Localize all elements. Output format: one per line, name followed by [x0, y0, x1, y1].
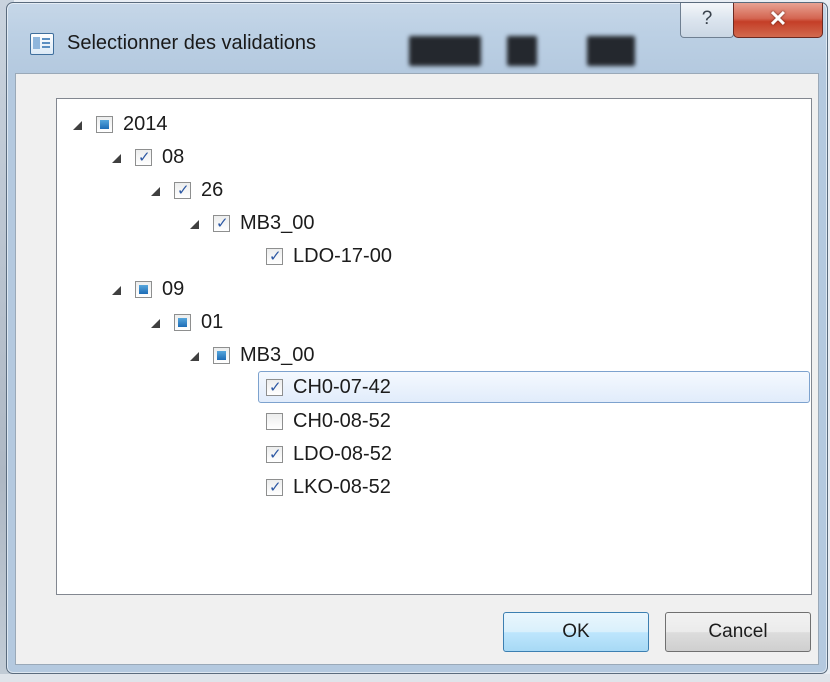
- tree-node-label: MB3_00: [240, 211, 315, 234]
- tree-node-label: 2014: [123, 112, 168, 135]
- tree-leaf-lko-08-52[interactable]: LKO-08-52: [266, 471, 391, 503]
- tree-node-label: 01: [201, 310, 224, 333]
- tree-checkbox[interactable]: [135, 280, 152, 298]
- collapse-triangle-icon[interactable]: [112, 285, 121, 295]
- blurred-region: [587, 36, 635, 66]
- collapse-triangle-icon[interactable]: [73, 120, 82, 130]
- tree-node-label: LDO-08-52: [293, 442, 392, 465]
- tree-checkbox[interactable]: [174, 181, 191, 199]
- tree-node-label: LKO-08-52: [293, 475, 391, 498]
- blurred-region: [409, 36, 481, 66]
- tree-node-mb3-00[interactable]: MB3_00: [190, 207, 315, 239]
- tree-checkbox[interactable]: [135, 148, 152, 166]
- tree-leaf-ch0-08-52[interactable]: CH0-08-52: [266, 405, 391, 437]
- collapse-triangle-icon[interactable]: [151, 318, 160, 328]
- tree-node-label: 09: [162, 277, 185, 300]
- tree-leaf-ldo-08-52[interactable]: LDO-08-52: [266, 438, 392, 470]
- tree-node-label: 26: [201, 178, 224, 201]
- tree-node-26[interactable]: 26: [151, 174, 223, 206]
- blurred-region: [507, 36, 537, 66]
- tree-checkbox[interactable]: [213, 214, 230, 232]
- tree-checkbox[interactable]: [266, 412, 283, 430]
- title-bar[interactable]: Selectionner des validations ? ✕: [7, 3, 827, 73]
- background-bottom: [0, 674, 830, 682]
- tree-node-08[interactable]: 08: [112, 141, 184, 173]
- collapse-triangle-icon[interactable]: [112, 153, 121, 163]
- tree-node-label: CH0-07-42: [293, 375, 391, 398]
- dialog-client-area: 2014 08 26 MB3_00 LDO-17-00: [15, 73, 819, 665]
- tree-checkbox[interactable]: [266, 445, 283, 463]
- tree-node-09[interactable]: 09: [112, 273, 184, 305]
- tree-node-2014[interactable]: 2014: [73, 108, 168, 140]
- help-button[interactable]: ?: [680, 3, 734, 38]
- tree-leaf-ch0-07-42[interactable]: CH0-07-42: [258, 371, 810, 403]
- dialog-window: Selectionner des validations ? ✕ 2014 08…: [6, 2, 828, 674]
- collapse-triangle-icon[interactable]: [190, 219, 199, 229]
- tree-node-01[interactable]: 01: [151, 306, 223, 338]
- collapse-triangle-icon[interactable]: [151, 186, 160, 196]
- tree-checkbox[interactable]: [174, 313, 191, 331]
- collapse-triangle-icon[interactable]: [190, 351, 199, 361]
- validation-tree[interactable]: 2014 08 26 MB3_00 LDO-17-00: [56, 98, 812, 595]
- tree-node-label: MB3_00: [240, 343, 315, 366]
- tree-checkbox[interactable]: [266, 247, 283, 265]
- tree-checkbox[interactable]: [266, 478, 283, 496]
- app-icon: [30, 33, 54, 55]
- tree-leaf-ldo-17-00[interactable]: LDO-17-00: [266, 240, 392, 272]
- window-title: Selectionner des validations: [67, 32, 317, 54]
- close-button[interactable]: ✕: [733, 3, 823, 38]
- tree-checkbox[interactable]: [266, 378, 283, 396]
- tree-checkbox[interactable]: [213, 346, 230, 364]
- tree-node-label: LDO-17-00: [293, 244, 392, 267]
- tree-node-label: CH0-08-52: [293, 409, 391, 432]
- cancel-button[interactable]: Cancel: [665, 612, 811, 652]
- tree-node-label: 08: [162, 145, 185, 168]
- tree-node-mb3-00[interactable]: MB3_00: [190, 339, 315, 371]
- tree-checkbox[interactable]: [96, 115, 113, 133]
- ok-button[interactable]: OK: [503, 612, 649, 652]
